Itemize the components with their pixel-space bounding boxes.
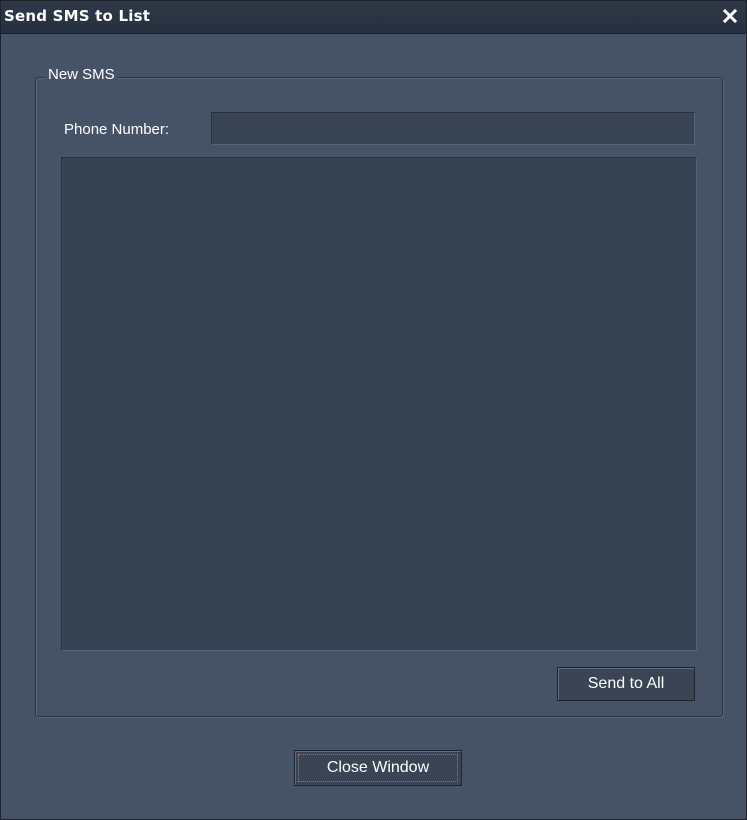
send-to-all-button[interactable]: Send to All: [557, 667, 695, 701]
window-title: Send SMS to List: [4, 7, 151, 25]
title-bar[interactable]: Send SMS to List: [1, 1, 746, 34]
send-to-all-label: Send to All: [587, 675, 665, 692]
close-window-label: Close Window: [326, 759, 430, 776]
message-textarea[interactable]: [61, 157, 697, 651]
phone-number-label: Phone Number:: [64, 121, 170, 138]
close-window-button[interactable]: Close Window: [294, 750, 462, 786]
phone-number-input[interactable]: [211, 112, 695, 145]
group-legend: New SMS: [45, 65, 118, 85]
close-icon[interactable]: [722, 8, 738, 24]
sms-window: Send SMS to List New SMS Phone Number: S…: [0, 0, 747, 820]
